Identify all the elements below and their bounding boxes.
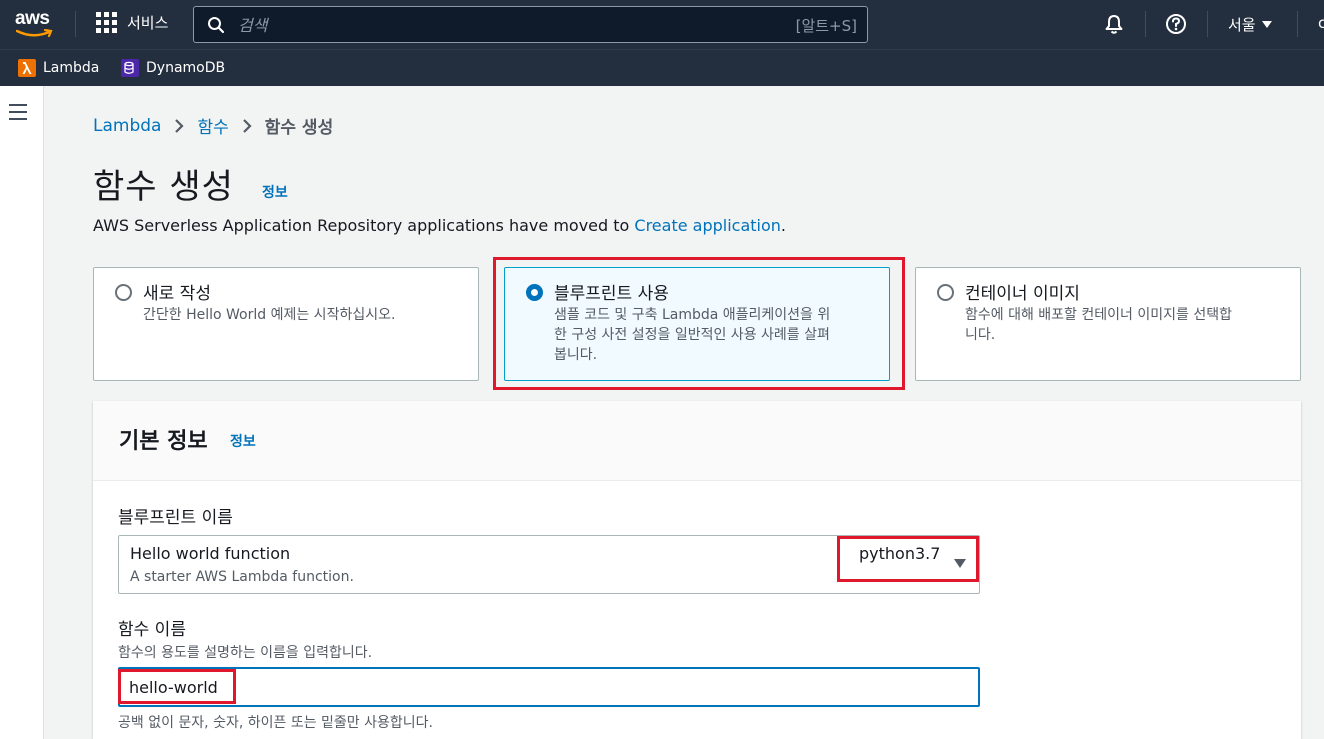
search-icon [208, 17, 225, 34]
region-label: 서울 [1228, 16, 1256, 34]
page-title: 함수 생성 [93, 167, 234, 207]
nav-divider [75, 11, 76, 37]
option-description: 함수에 대해 배포할 컨테이너 이미지를 선택합 니다. [965, 305, 1232, 345]
notice-end: . [780, 216, 787, 235]
blueprint-name: Hello world function [130, 544, 291, 563]
lambda-icon [18, 59, 36, 77]
nav-divider [1297, 11, 1298, 37]
panel-info-link[interactable]: 정보 [230, 431, 256, 451]
option-description-line: 니다. [965, 327, 996, 343]
favorite-lambda[interactable]: Lambda [18, 59, 99, 77]
search-shortcut: [알트+S] [795, 17, 857, 35]
highlight-box [118, 669, 236, 704]
function-name-label: 함수 이름 [118, 620, 186, 640]
highlight-box [837, 536, 979, 582]
help-icon[interactable] [1165, 13, 1187, 35]
breadcrumb-lambda[interactable]: Lambda [93, 116, 161, 136]
notice-text: AWS Serverless Application Repository ap… [93, 216, 786, 235]
nav-divider [1145, 11, 1146, 37]
hamburger-menu-icon[interactable] [9, 104, 27, 125]
option-description-line: 함수에 대해 배포할 컨테이너 이미지를 선택합 [965, 307, 1232, 323]
caret-down-icon [1261, 21, 1272, 28]
favorite-label: DynamoDB [146, 60, 226, 76]
highlight-box [493, 257, 905, 390]
bell-icon[interactable] [1103, 13, 1125, 35]
chevron-right-icon [175, 118, 185, 133]
aws-logo[interactable]: aws [14, 8, 58, 38]
option-container-image[interactable]: 컨테이너 이미지 함수에 대해 배포할 컨테이너 이미지를 선택합 니다. [915, 267, 1301, 381]
radio-button[interactable] [937, 284, 954, 301]
services-label: 서비스 [127, 14, 169, 32]
function-name-description: 함수의 용도를 설명하는 이름을 입력합니다. [118, 645, 373, 661]
option-title: 새로 작성 [143, 284, 211, 304]
blueprint-name-label: 블루프린트 이름 [118, 508, 233, 528]
favorites-bar: Lambda DynamoDB [0, 49, 1324, 86]
dynamodb-icon [121, 59, 139, 77]
basic-information-panel: 기본 정보 정보 블루프린트 이름 Hello world function A… [93, 401, 1301, 739]
function-name-hint: 공백 없이 문자, 숫자, 하이픈 또는 밑줄만 사용합니다. [118, 715, 433, 731]
title-info-link[interactable]: 정보 [262, 182, 288, 202]
search-input[interactable] [238, 13, 738, 37]
nav-divider [1207, 11, 1208, 37]
chevron-right-icon [242, 118, 252, 133]
function-name-input[interactable] [118, 667, 980, 707]
aws-logo-text: aws [15, 8, 50, 29]
panel-header: 기본 정보 정보 [93, 401, 1301, 481]
radio-button[interactable] [115, 284, 132, 301]
option-title: 컨테이너 이미지 [965, 284, 1080, 304]
panel-title: 기본 정보 [119, 429, 208, 454]
blueprint-description: A starter AWS Lambda function. [130, 569, 354, 585]
breadcrumb-functions[interactable]: 함수 [197, 113, 228, 138]
favorite-label: Lambda [43, 60, 100, 76]
region-selector[interactable]: 서울 [1228, 14, 1272, 35]
breadcrumb: Lambda 함수 함수 생성 [93, 113, 334, 139]
breadcrumb-current: 함수 생성 [264, 118, 334, 138]
option-author-from-scratch[interactable]: 새로 작성 간단한 Hello World 예제는 시작하십시오. [93, 267, 479, 381]
grid-icon [96, 12, 117, 33]
search-bar[interactable]: [알트+S] [193, 6, 868, 43]
side-navigation [0, 86, 44, 739]
aws-smile-icon [16, 29, 53, 38]
create-application-link[interactable]: Create application [634, 216, 781, 235]
notice-message: AWS Serverless Application Repository ap… [93, 216, 635, 235]
services-menu-button[interactable]: 서비스 [96, 12, 168, 33]
account-menu-partial[interactable]: c [1318, 14, 1324, 32]
favorite-dynamodb[interactable]: DynamoDB [121, 59, 225, 77]
option-description: 간단한 Hello World 예제는 시작하십시오. [143, 307, 396, 323]
top-navigation: aws 서비스 [알트+S] 서울 c [0, 0, 1324, 49]
